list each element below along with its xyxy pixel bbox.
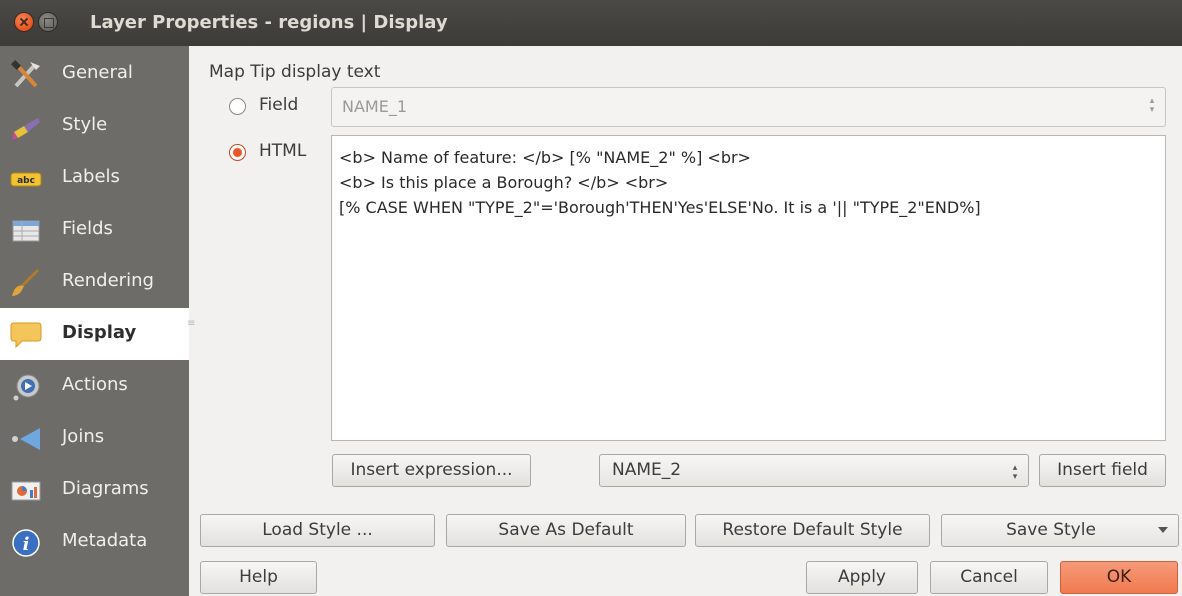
paintbrush-icon bbox=[12, 118, 40, 140]
sidebar-item-label: Fields bbox=[62, 218, 113, 239]
sidebar-item-fields[interactable]: Fields bbox=[0, 204, 189, 256]
apply-button[interactable]: Apply bbox=[806, 561, 918, 594]
html-line: <b> Name of feature: </b> [% "NAME_2" %]… bbox=[339, 148, 751, 167]
window-title: Layer Properties - regions | Display bbox=[90, 12, 448, 33]
tools-icon bbox=[11, 60, 40, 88]
sidebar-item-label: Rendering bbox=[62, 270, 154, 291]
sidebar-item-diagrams[interactable]: Diagrams bbox=[0, 464, 189, 516]
save-style-label: Save Style bbox=[1006, 520, 1096, 540]
brush-icon bbox=[12, 268, 40, 296]
sidebar-item-display[interactable]: Display bbox=[0, 308, 189, 360]
chevron-down-icon bbox=[1158, 527, 1168, 533]
updown-arrows-icon: ▴ ▾ bbox=[1012, 463, 1018, 482]
sidebar-item-metadata[interactable]: i Metadata bbox=[0, 516, 189, 568]
diagram-icon bbox=[11, 481, 41, 501]
html-radio[interactable] bbox=[229, 144, 246, 161]
insert-expression-button[interactable]: Insert expression... bbox=[332, 454, 531, 487]
restore-window-button[interactable] bbox=[38, 12, 58, 32]
field-radio-label: Field bbox=[259, 95, 299, 115]
sidebar-item-label: Joins bbox=[62, 426, 105, 447]
html-radio-label: HTML bbox=[259, 141, 307, 161]
sidebar-item-label: Diagrams bbox=[62, 478, 149, 499]
help-button[interactable]: Help bbox=[200, 561, 317, 594]
splitter-handle[interactable]: ≡ bbox=[187, 318, 195, 329]
load-style-button[interactable]: Load Style ... bbox=[200, 514, 435, 547]
sidebar-item-general[interactable]: General bbox=[0, 48, 189, 100]
section-title: Map Tip display text bbox=[209, 62, 381, 82]
save-style-dropdown[interactable]: Save Style bbox=[941, 514, 1179, 547]
html-text-editor[interactable]: <b> Name of feature: </b> [% "NAME_2" %]… bbox=[331, 135, 1166, 441]
sidebar-item-label: General bbox=[62, 62, 133, 83]
gear-play-icon bbox=[13, 374, 40, 401]
sidebar: General Style abc Labels Fields Renderin… bbox=[0, 46, 189, 596]
sidebar-item-labels[interactable]: abc Labels bbox=[0, 152, 189, 204]
sidebar-item-label: Display bbox=[62, 322, 137, 343]
sidebar-item-label: Actions bbox=[62, 374, 128, 395]
sidebar-item-joins[interactable]: Joins bbox=[0, 412, 189, 464]
title-bar: Layer Properties - regions | Display bbox=[0, 0, 1182, 46]
sidebar-item-label: Style bbox=[62, 114, 108, 135]
sidebar-item-label: Metadata bbox=[62, 530, 148, 551]
speech-bubble-icon bbox=[10, 322, 42, 349]
close-window-button[interactable] bbox=[14, 12, 34, 32]
table-icon bbox=[12, 220, 40, 242]
sidebar-item-actions[interactable]: Actions bbox=[0, 360, 189, 412]
html-line: [% CASE WHEN "TYPE_2"='Borough'THEN'Yes'… bbox=[339, 198, 981, 217]
svg-text:abc: abc bbox=[17, 176, 35, 186]
field-combo-value: NAME_1 bbox=[342, 97, 408, 116]
field-select-value: NAME_2 bbox=[612, 460, 682, 480]
sidebar-item-label: Labels bbox=[62, 166, 120, 187]
abc-label-icon: abc bbox=[10, 172, 42, 187]
html-line: <b> Is this place a Borough? </b> <br> bbox=[339, 173, 669, 192]
sidebar-item-style[interactable]: Style bbox=[0, 100, 189, 152]
restore-default-style-button[interactable]: Restore Default Style bbox=[695, 514, 930, 547]
ok-button[interactable]: OK bbox=[1060, 561, 1178, 594]
insert-field-button[interactable]: Insert field bbox=[1039, 454, 1166, 487]
field-radio[interactable] bbox=[229, 98, 246, 115]
sidebar-item-rendering[interactable]: Rendering bbox=[0, 256, 189, 308]
svg-text:i: i bbox=[23, 534, 30, 555]
field-select[interactable]: NAME_2 ▴ ▾ bbox=[599, 454, 1029, 487]
cancel-button[interactable]: Cancel bbox=[930, 561, 1048, 594]
join-icon bbox=[12, 428, 40, 450]
info-icon: i bbox=[12, 529, 40, 557]
updown-arrows-icon: ▴ ▾ bbox=[1149, 96, 1155, 115]
field-combo: NAME_1 ▴ ▾ bbox=[331, 87, 1166, 127]
save-as-default-button[interactable]: Save As Default bbox=[446, 514, 686, 547]
